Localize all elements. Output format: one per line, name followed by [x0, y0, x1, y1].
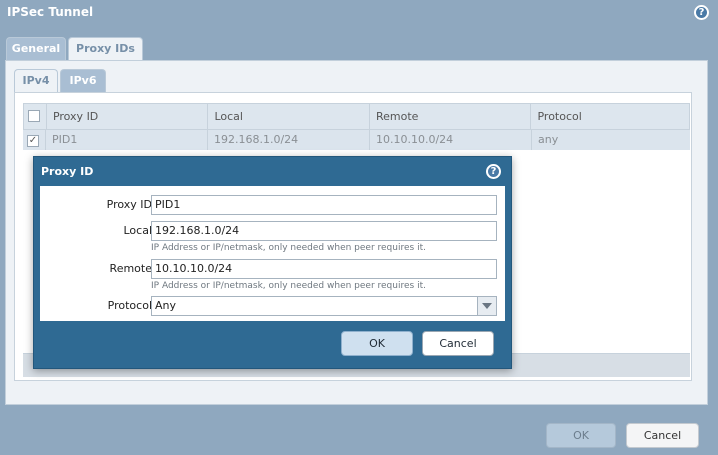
chevron-down-icon[interactable] [477, 297, 496, 315]
protocol-select[interactable]: Any [151, 296, 497, 316]
grid-header: Proxy ID Local Remote Protocol [23, 103, 690, 130]
dialog-form: Proxy ID PID1 Local 192.168.1.0/24 IP Ad… [40, 186, 505, 321]
local-label: Local [123, 224, 152, 237]
row-protocol: any [538, 133, 559, 146]
proxy-id-dialog: Proxy ID ? Proxy ID PID1 Local 192.168.1… [33, 156, 512, 369]
table-row[interactable]: ✓ PID1 192.168.1.0/24 10.10.10.0/24 any [23, 130, 690, 150]
row-checkbox[interactable]: ✓ [27, 135, 39, 147]
proxy-id-label: Proxy ID [106, 198, 152, 211]
select-all-checkbox-cell[interactable] [24, 104, 47, 129]
column-header-proxy-id[interactable]: Proxy ID [47, 104, 209, 129]
cancel-button[interactable]: Cancel [626, 423, 699, 448]
dialog-title: Proxy ID [41, 165, 94, 178]
protocol-select-value: Any [155, 299, 177, 312]
row-checkbox-cell[interactable]: ✓ [23, 130, 46, 150]
row-remote: 10.10.10.0/24 [370, 130, 532, 150]
window-title: IPSec Tunnel [7, 5, 94, 19]
dialog-ok-button[interactable]: OK [341, 331, 413, 356]
remote-input[interactable]: 10.10.10.0/24 [151, 259, 497, 279]
proxy-id-input[interactable]: PID1 [151, 195, 497, 215]
local-hint: IP Address or IP/netmask, only needed wh… [151, 243, 426, 253]
tab-ipv4[interactable]: IPv4 [14, 69, 58, 93]
tab-general[interactable]: General [6, 37, 66, 61]
row-proxy-id: PID1 [46, 130, 208, 150]
remote-label: Remote [109, 262, 152, 275]
column-header-protocol[interactable]: Protocol [531, 104, 689, 129]
tab-ipv6[interactable]: IPv6 [60, 69, 106, 93]
help-icon[interactable]: ? [694, 5, 709, 20]
ok-button[interactable]: OK [546, 423, 616, 448]
remote-hint: IP Address or IP/netmask, only needed wh… [151, 281, 426, 291]
dialog-cancel-button[interactable]: Cancel [422, 331, 494, 356]
tab-proxy-ids[interactable]: Proxy IDs [68, 37, 143, 61]
protocol-label: Protocol [107, 299, 152, 312]
dialog-help-icon[interactable]: ? [486, 164, 501, 179]
row-local: 192.168.1.0/24 [208, 130, 370, 150]
local-input[interactable]: 192.168.1.0/24 [151, 221, 497, 241]
select-all-checkbox[interactable] [28, 110, 40, 122]
column-header-local[interactable]: Local [208, 104, 370, 129]
column-header-remote[interactable]: Remote [370, 104, 532, 129]
